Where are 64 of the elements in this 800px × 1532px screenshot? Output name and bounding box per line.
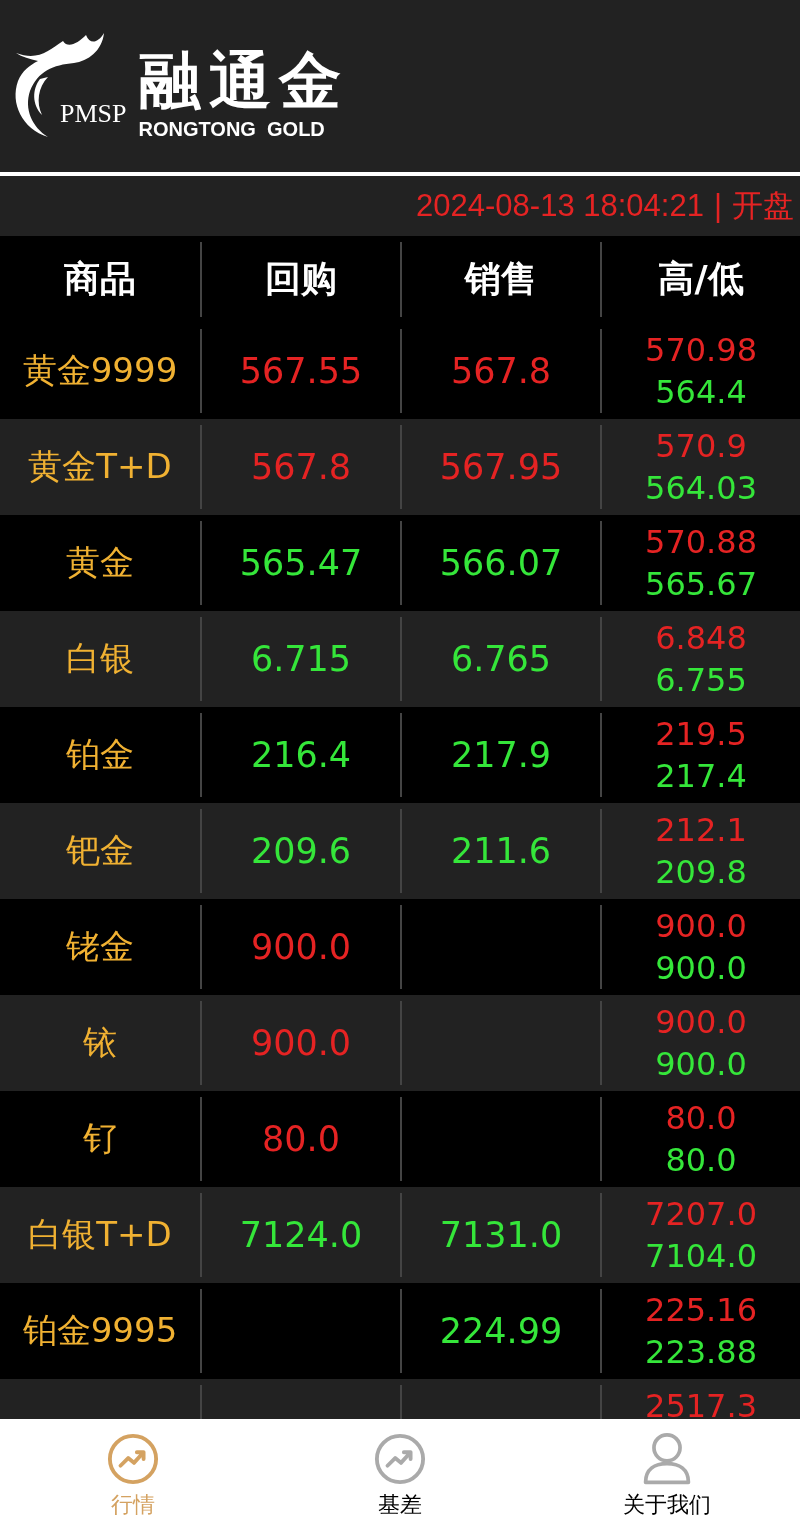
product-name: 白银: [66, 637, 134, 680]
buyback-price: 567.8: [250, 447, 352, 487]
sale-price: 6.765: [450, 639, 552, 679]
brand-subtitle: RONGTONG GOLD: [138, 118, 326, 141]
logo-mark-text: PMSP: [60, 99, 127, 129]
low-price: 6.755: [655, 660, 747, 701]
buyback-price: 567.55: [239, 351, 363, 391]
buyback-price: 80.0: [262, 1119, 340, 1159]
high-price: 6.848: [655, 618, 747, 659]
column-header: 高/低: [600, 242, 800, 317]
trend-chart-icon: [107, 1431, 160, 1486]
buyback-price: 209.6: [250, 831, 352, 871]
datetime-text: 2024-08-13 18:04:21: [416, 188, 704, 224]
high-price: 900.0: [655, 906, 747, 947]
product-name: 钯金: [66, 829, 134, 872]
sale-price: 566.07: [439, 543, 563, 583]
low-price: 900.0: [655, 1044, 747, 1085]
column-header: 商品: [63, 257, 137, 301]
high-price: 570.88: [645, 522, 757, 563]
column-header: 回购: [200, 242, 400, 317]
buyback-price: 900.0: [250, 927, 352, 967]
product-name: 白银T+D: [28, 1213, 172, 1256]
product-name: 铑金: [66, 925, 134, 968]
high-price: 570.9: [655, 426, 747, 467]
low-price: 209.8: [655, 852, 747, 893]
high-price: 900.0: [655, 1002, 747, 1043]
low-price: 80.0: [665, 1140, 737, 1181]
low-price: 900.0: [655, 948, 747, 989]
buyback-price: 6.715: [250, 639, 352, 679]
product-name: 铱: [83, 1021, 117, 1064]
product-name: 黄金: [66, 541, 134, 584]
buyback-price: 7124.0: [239, 1215, 363, 1255]
product-name: 铂金: [66, 733, 134, 776]
product-name: 铂金9995: [22, 1309, 178, 1352]
sale-price: 7131.0: [439, 1215, 563, 1255]
sale-price: 224.99: [439, 1311, 563, 1351]
sale-price: 217.9: [450, 735, 552, 775]
low-price: 7104.0: [645, 1236, 757, 1277]
sale-price: 211.6: [450, 831, 552, 871]
product-name: 钌: [83, 1117, 117, 1160]
sale-price: 567.95: [439, 447, 563, 487]
buyback-price: 565.47: [239, 543, 363, 583]
product-name: 黄金T+D: [28, 445, 172, 488]
low-price: 223.88: [645, 1332, 757, 1373]
low-price: 565.67: [645, 564, 757, 605]
market-state-text: 开盘: [732, 187, 794, 225]
trend-chart-icon: [374, 1431, 426, 1486]
high-price: 219.5: [655, 714, 747, 755]
buyback-price: 900.0: [250, 1023, 352, 1063]
low-price: 564.03: [645, 468, 757, 509]
column-header: 销售: [400, 242, 600, 317]
high-price: 7207.0: [645, 1194, 757, 1235]
high-price: 225.16: [645, 1290, 757, 1331]
brand-name: 融通金: [138, 50, 349, 112]
high-price: 80.0: [665, 1098, 737, 1139]
product-name: 黄金9999: [22, 349, 178, 392]
low-price: 217.4: [655, 756, 747, 797]
high-price: 212.1: [655, 810, 747, 851]
low-price: 564.4: [655, 372, 747, 413]
high-price: 2517.3: [645, 1386, 757, 1419]
high-price: 570.98: [645, 330, 757, 371]
separator-text: |: [713, 188, 722, 224]
buyback-price: 216.4: [250, 735, 352, 775]
sale-price: 567.8: [450, 351, 552, 391]
